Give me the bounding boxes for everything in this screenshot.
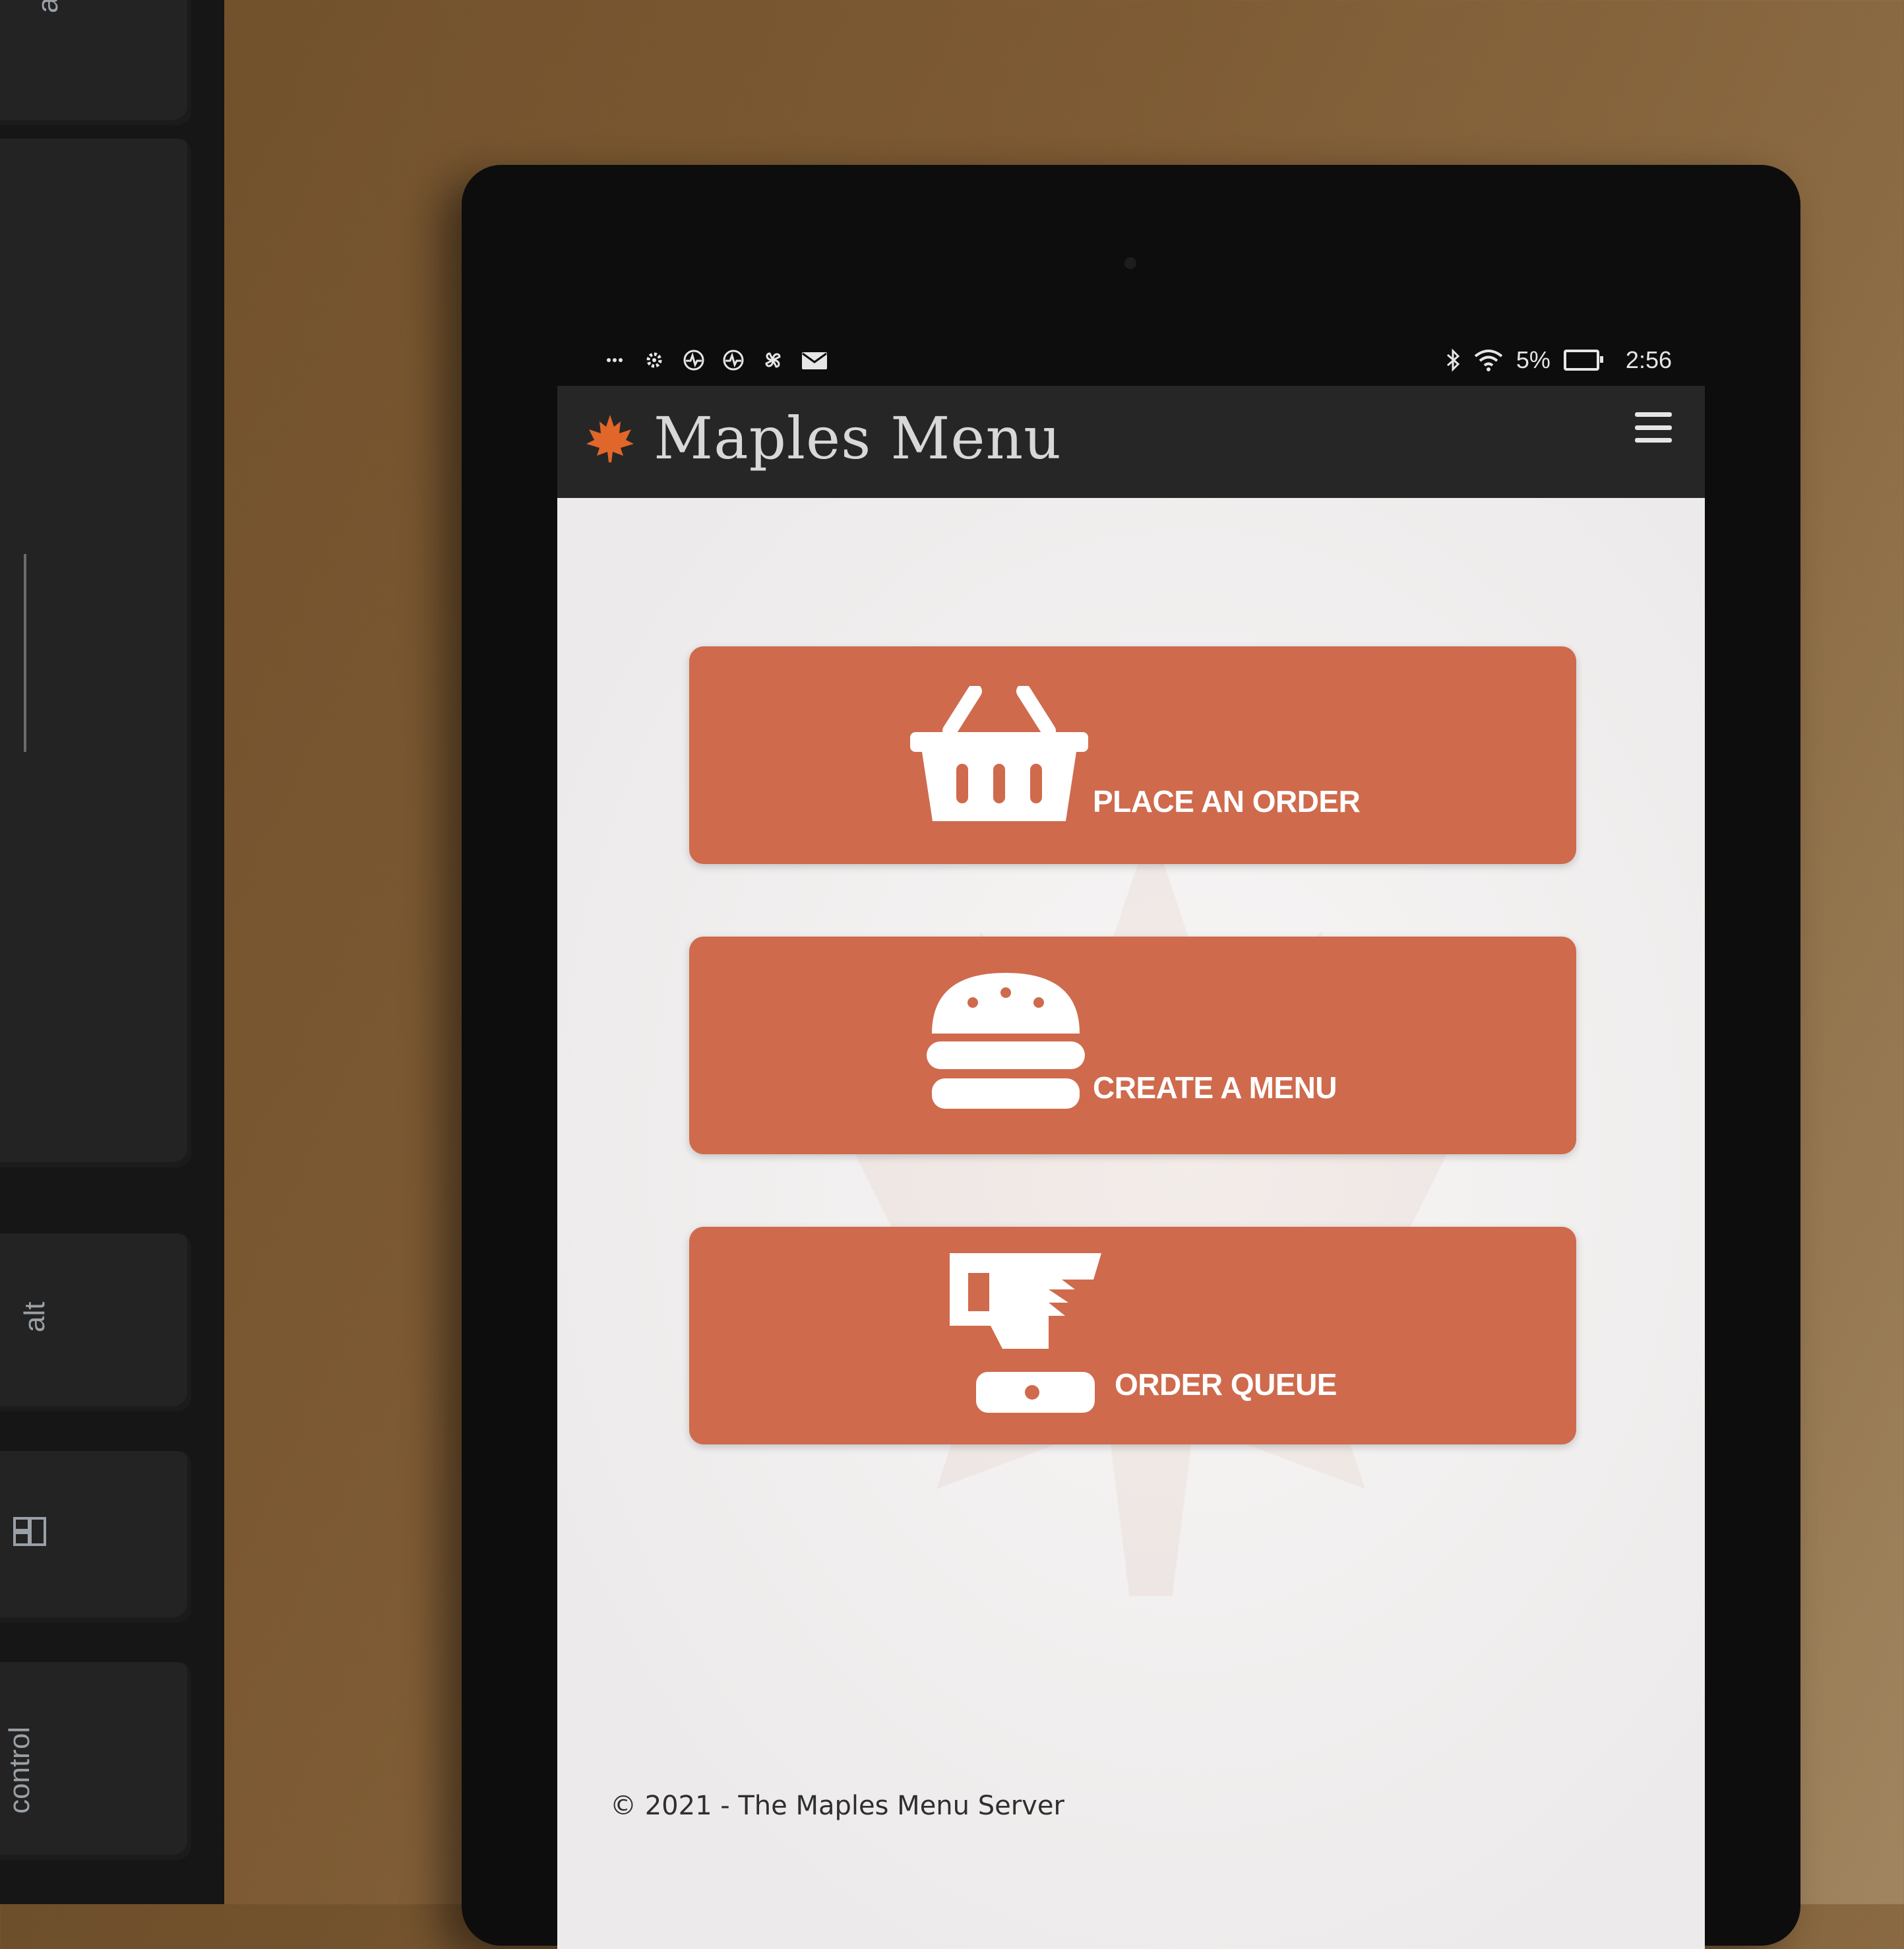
battery-percent: 5% xyxy=(1516,346,1551,373)
tablet-device: 5% 2:56 Maples Menu PLACE AN ORDER CREAT… xyxy=(462,165,1800,1949)
keyboard-key-alt-top: alt xyxy=(0,0,191,125)
keyboard-key-label: alt xyxy=(32,0,65,13)
battery-icon xyxy=(1563,350,1603,371)
activity-icon xyxy=(723,350,744,371)
place-order-button[interactable]: PLACE AN ORDER xyxy=(689,646,1576,864)
order-queue-button[interactable]: ORDER QUEUE xyxy=(689,1227,1576,1444)
place-order-label: PLACE AN ORDER xyxy=(1093,784,1361,819)
front-camera xyxy=(1124,257,1136,269)
keyboard-key-windows xyxy=(0,1451,191,1623)
keyboard: alt alt control xyxy=(0,0,224,1904)
hamburger-icon[interactable] xyxy=(1635,412,1672,443)
main-content: PLACE AN ORDER CREATE A MENU ORDER QUEUE… xyxy=(557,498,1705,1949)
keyboard-key-label: control xyxy=(3,1726,36,1814)
pinwheel-icon xyxy=(765,352,781,368)
maple-leaf-icon xyxy=(586,414,634,462)
basket-icon xyxy=(910,686,1088,821)
wifi-icon xyxy=(1474,350,1503,371)
notification-icons xyxy=(603,349,828,371)
ticket-printer-icon xyxy=(950,1253,1101,1413)
brand[interactable]: Maples Menu xyxy=(584,404,1062,472)
mail-icon xyxy=(802,352,827,369)
order-queue-label: ORDER QUEUE xyxy=(1115,1367,1337,1402)
clock: 2:56 xyxy=(1625,346,1672,373)
app-navbar: Maples Menu xyxy=(557,386,1705,498)
system-indicators: 5% 2:56 xyxy=(1445,346,1672,374)
create-menu-label: CREATE A MENU xyxy=(1093,1070,1337,1105)
keyboard-key-label: alt xyxy=(18,1301,51,1332)
keyboard-key-alt: alt xyxy=(0,1233,191,1411)
bluetooth-icon xyxy=(1446,348,1460,372)
burger-icon xyxy=(927,973,1085,1109)
create-menu-button[interactable]: CREATE A MENU xyxy=(689,937,1576,1154)
activity-icon xyxy=(683,350,704,371)
tablet-screen: 5% 2:56 Maples Menu PLACE AN ORDER CREAT… xyxy=(557,340,1705,1949)
status-bar: 5% 2:56 xyxy=(557,340,1705,386)
app-title: Maples Menu xyxy=(654,404,1062,472)
more-icon xyxy=(607,358,623,362)
keyboard-key-space xyxy=(0,139,191,1167)
gear-icon xyxy=(646,352,662,368)
keyboard-key-control: control xyxy=(0,1662,191,1860)
footer-copyright: © 2021 - The Maples Menu Server xyxy=(610,1791,1064,1821)
keyboard-divider xyxy=(24,554,26,752)
window-switch-icon xyxy=(13,1517,46,1546)
